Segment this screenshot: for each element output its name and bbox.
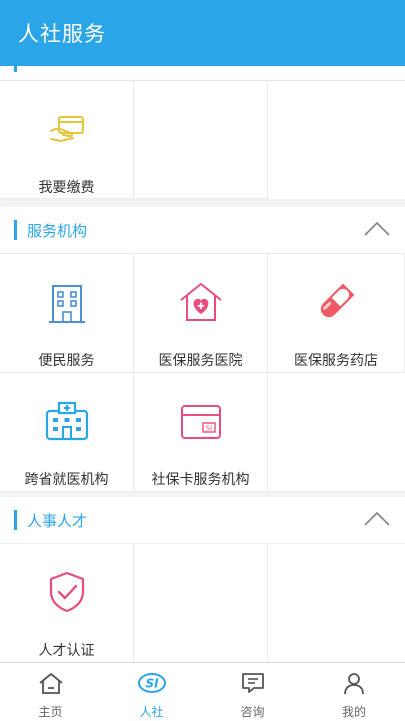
grid-item-label: 人才认证 — [38, 643, 95, 659]
card-payment-icon — [49, 116, 84, 143]
empty-cell — [268, 373, 405, 492]
page-title: 人社服务 — [18, 22, 106, 46]
empty-cell — [134, 544, 268, 662]
svg-text:SI: SI — [205, 425, 212, 433]
chevron-up-icon[interactable] — [363, 221, 391, 237]
service-org-row-2: 跨省就医机构 SI 社保卡服务机构 — [0, 373, 405, 492]
bottom-navigation: 主页 SI 人社 咨询 我的 — [0, 662, 405, 721]
talent-row: 人才认证 — [0, 544, 405, 662]
section-accent-bar — [14, 510, 17, 530]
chevron-up-icon[interactable] — [363, 511, 391, 527]
pill-capsule-icon — [320, 283, 355, 318]
si-logo-icon: SI — [137, 673, 166, 693]
nav-item-social[interactable]: SI 人社 — [101, 663, 202, 721]
grid-item-label: 我要缴费 — [38, 180, 95, 196]
building-icon — [48, 285, 85, 323]
hospital-house-icon — [179, 283, 222, 321]
svg-text:SI: SI — [145, 677, 159, 691]
grid-item-label: 便民服务 — [38, 353, 95, 369]
section-title: 服务机构 — [27, 222, 88, 240]
section-accent-bar — [14, 66, 17, 72]
previous-section-remnant — [0, 66, 405, 81]
nav-label: 主页 — [38, 705, 63, 719]
section-title: 人事人才 — [27, 512, 88, 530]
grid-item-payment[interactable]: 我要缴费 — [0, 81, 134, 199]
nav-item-consult[interactable]: 咨询 — [202, 663, 303, 721]
user-icon — [344, 673, 364, 695]
chat-icon — [241, 673, 264, 693]
empty-cell — [134, 81, 268, 199]
grid-item-convenience[interactable]: 便民服务 — [0, 254, 134, 373]
grid-item-talent-cert[interactable]: 人才认证 — [0, 544, 134, 662]
si-card-icon: SI — [180, 405, 221, 439]
service-org-row-1: 便民服务 医保服务医院 医保服务药店 — [0, 254, 405, 373]
grid-item-label: 跨省就医机构 — [24, 472, 109, 488]
grid-item-si-card-org[interactable]: SI 社保卡服务机构 — [134, 373, 268, 492]
grid-item-label: 医保服务医院 — [158, 353, 243, 369]
medical-building-icon — [45, 401, 88, 441]
shield-check-icon — [49, 571, 84, 613]
section-accent-bar — [14, 220, 17, 240]
top-app-bar: 人社服务 — [0, 0, 405, 66]
nav-label: 我的 — [341, 705, 366, 719]
nav-item-mine[interactable]: 我的 — [303, 663, 405, 721]
nav-item-home[interactable]: 主页 — [0, 663, 101, 721]
nav-label: 咨询 — [240, 705, 265, 719]
grid-item-label: 医保服务药店 — [294, 353, 378, 369]
section-header-service-org: 服务机构 — [0, 207, 405, 254]
payment-row: 我要缴费 — [0, 81, 405, 199]
grid-item-label: 社保卡服务机构 — [151, 472, 250, 488]
grid-item-insurance-hospital[interactable]: 医保服务医院 — [134, 254, 268, 373]
grid-item-cross-province[interactable]: 跨省就医机构 — [0, 373, 134, 492]
grid-item-insurance-pharmacy[interactable]: 医保服务药店 — [268, 254, 405, 373]
home-icon — [38, 673, 63, 694]
section-header-talent: 人事人才 — [0, 497, 405, 544]
nav-label: 人社 — [139, 705, 164, 719]
